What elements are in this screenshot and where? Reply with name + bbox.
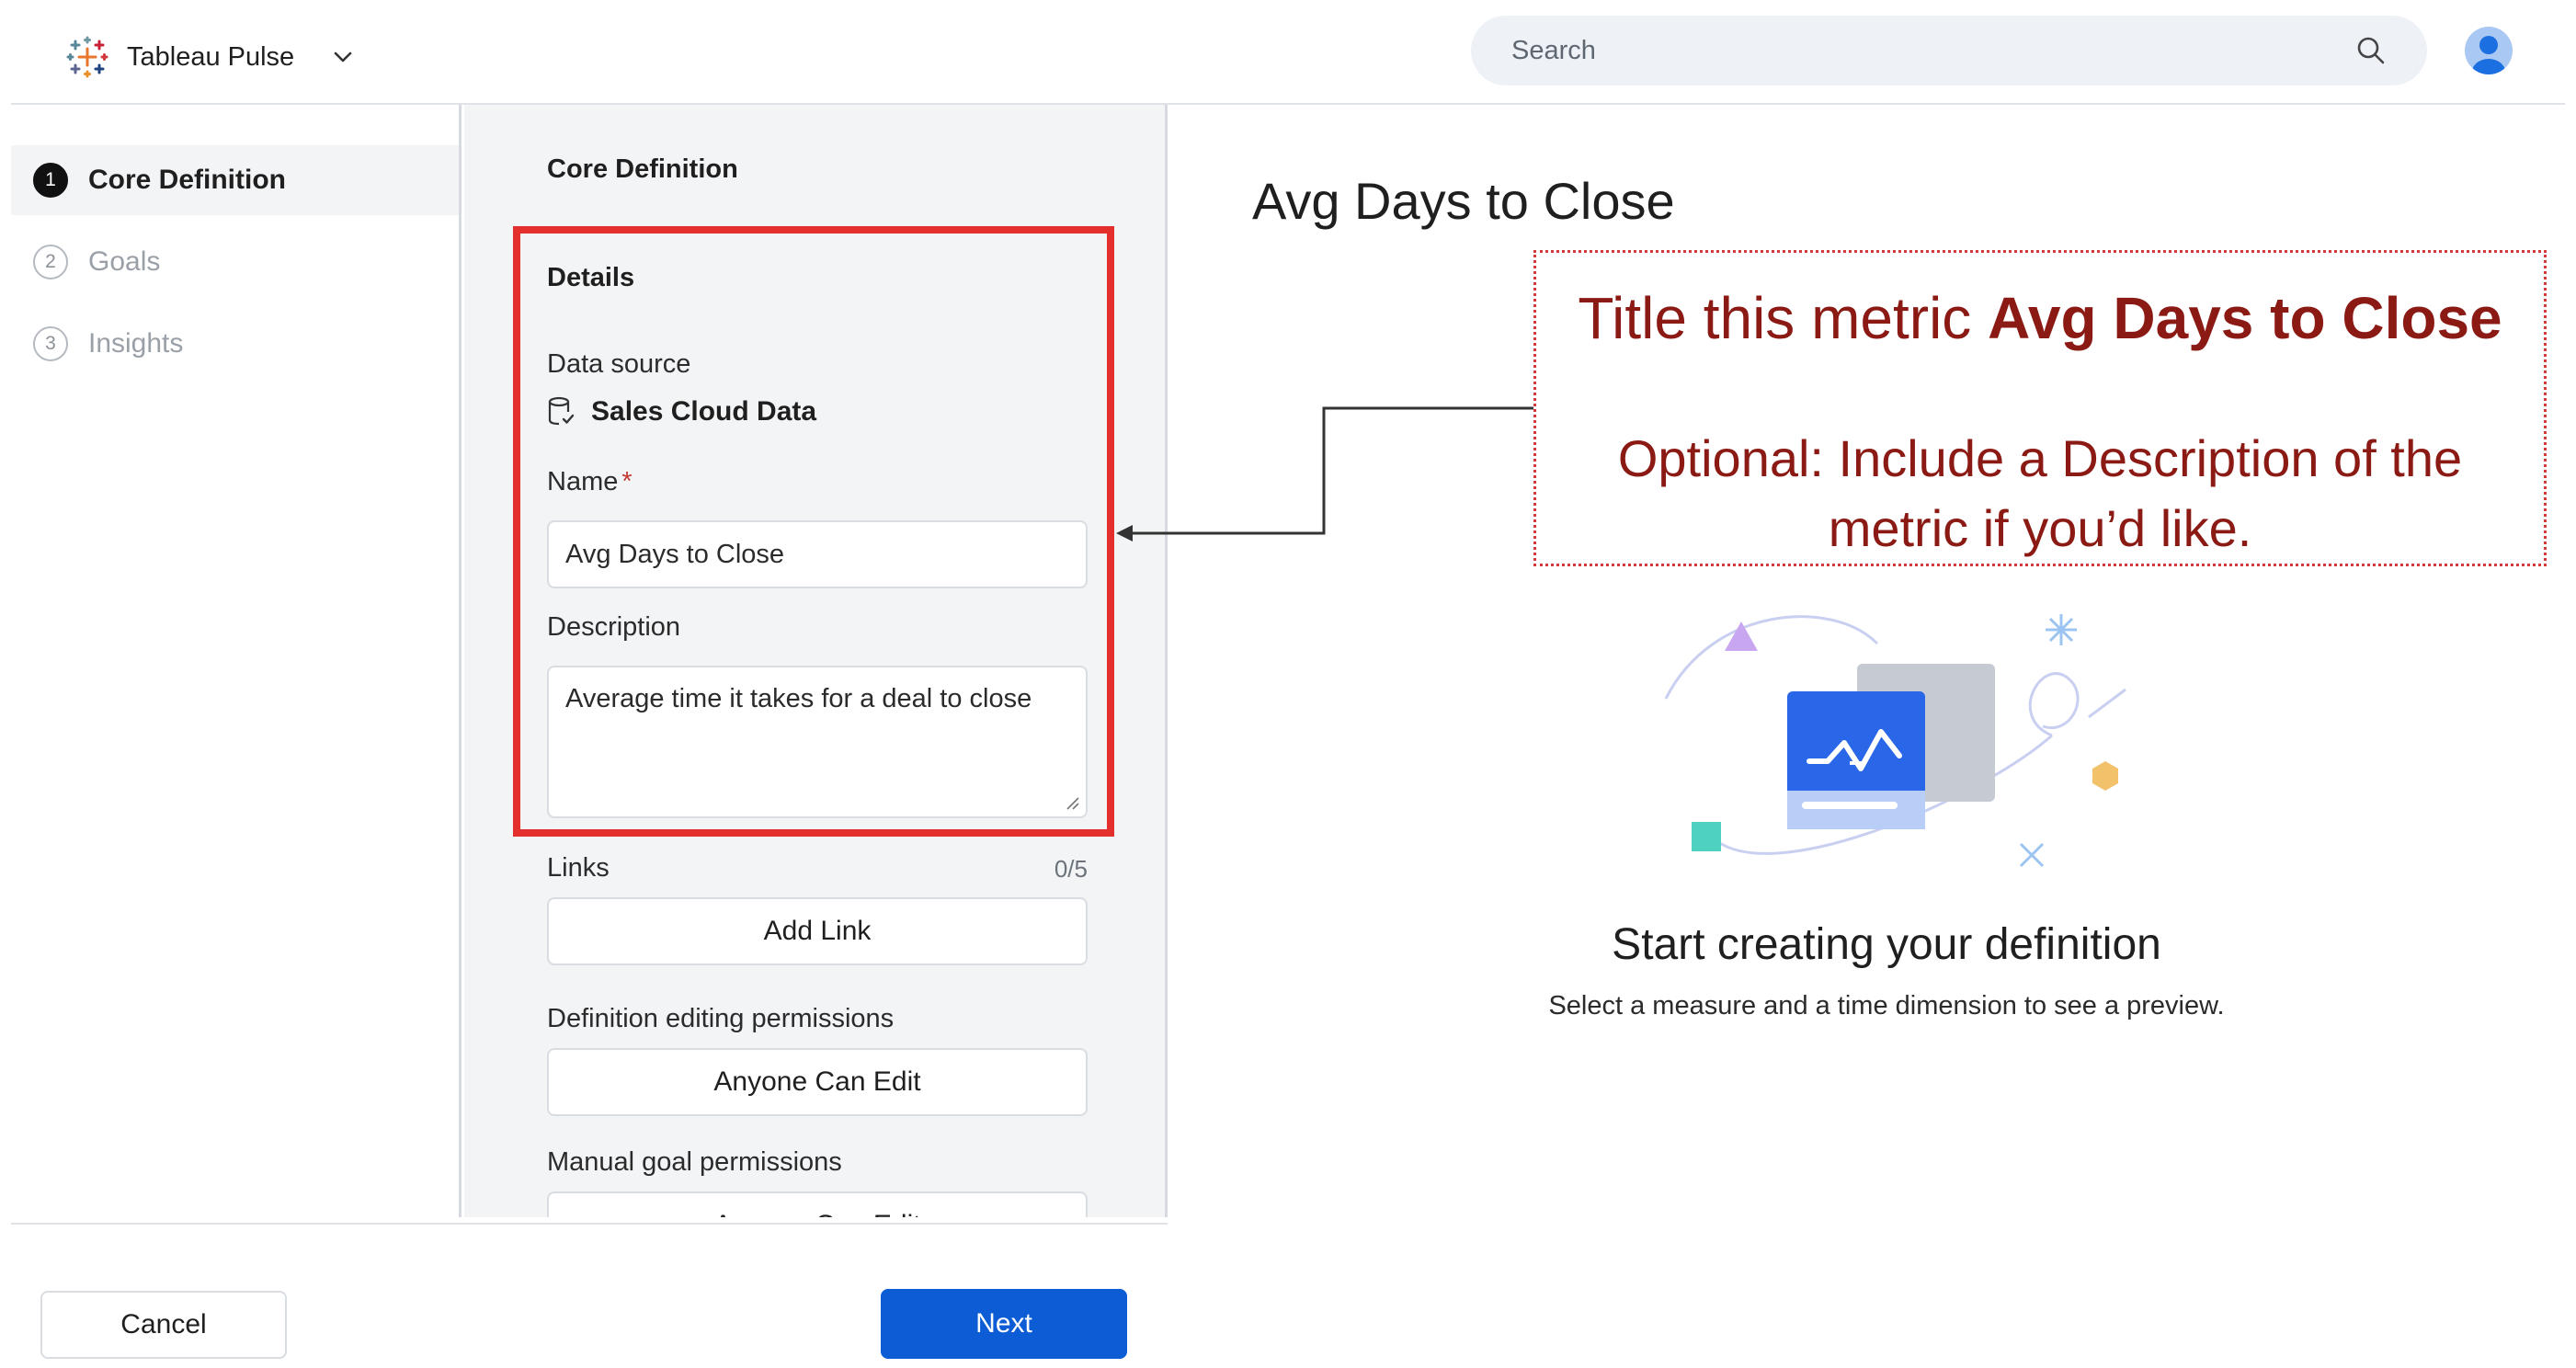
step-goals[interactable]: 2 Goals bbox=[11, 227, 459, 297]
links-label: Links bbox=[547, 853, 610, 883]
step-number: 2 bbox=[33, 245, 68, 279]
steps-sidebar: 1 Core Definition 2 Goals 3 Insights bbox=[11, 105, 462, 1217]
tableau-logo-icon bbox=[66, 36, 108, 78]
callout-line-1: Title this metric Avg Days to Close bbox=[1578, 284, 2502, 352]
next-button[interactable]: Next bbox=[881, 1289, 1127, 1359]
callout-line-1-prefix: Title this metric bbox=[1578, 285, 1989, 351]
user-avatar-icon[interactable] bbox=[2464, 26, 2513, 75]
step-number: 3 bbox=[33, 326, 68, 361]
edit-permissions-select[interactable]: Anyone Can Edit bbox=[547, 1048, 1088, 1116]
search-placeholder: Search bbox=[1511, 35, 1596, 65]
section-title: Core Definition bbox=[547, 154, 738, 184]
links-counter: 0/5 bbox=[1054, 855, 1088, 883]
empty-state-subtitle: Select a measure and a time dimension to… bbox=[1548, 991, 2225, 1020]
details-highlight-box bbox=[513, 226, 1114, 837]
top-bar: Tableau Pulse Search bbox=[11, 9, 2565, 105]
instruction-callout: Title this metric Avg Days to Close Opti… bbox=[1533, 250, 2547, 566]
search-icon[interactable] bbox=[2355, 35, 2387, 66]
empty-state-title: Start creating your definition bbox=[1612, 920, 2161, 969]
callout-line-1-bold: Avg Days to Close bbox=[1988, 285, 2502, 351]
add-link-button[interactable]: Add Link bbox=[547, 897, 1088, 965]
empty-state-illustration bbox=[1664, 614, 2126, 868]
edit-permissions-label: Definition editing permissions bbox=[547, 1004, 895, 1033]
step-number: 1 bbox=[33, 163, 68, 198]
preview-title: Avg Days to Close bbox=[1252, 172, 1675, 230]
step-core-definition[interactable]: 1 Core Definition bbox=[11, 145, 459, 215]
chevron-down-icon bbox=[334, 51, 352, 63]
step-label: Goals bbox=[88, 246, 161, 277]
app-window: Tableau Pulse Search 1 Core Definition 2… bbox=[11, 9, 2565, 1361]
form-footer: Cancel Next bbox=[11, 1223, 1168, 1361]
goal-permissions-label: Manual goal permissions bbox=[547, 1147, 842, 1177]
step-insights[interactable]: 3 Insights bbox=[11, 309, 459, 379]
search-input[interactable]: Search bbox=[1471, 16, 2427, 86]
callout-line-2: Optional: Include a Description of the m… bbox=[1617, 429, 2463, 557]
step-label: Core Definition bbox=[88, 165, 286, 195]
app-switcher[interactable]: Tableau Pulse bbox=[66, 31, 355, 83]
app-name: Tableau Pulse bbox=[127, 41, 295, 72]
goal-permissions-select[interactable]: Anyone Can Edit bbox=[547, 1191, 1088, 1217]
cancel-button[interactable]: Cancel bbox=[40, 1291, 287, 1359]
step-label: Insights bbox=[88, 328, 184, 359]
